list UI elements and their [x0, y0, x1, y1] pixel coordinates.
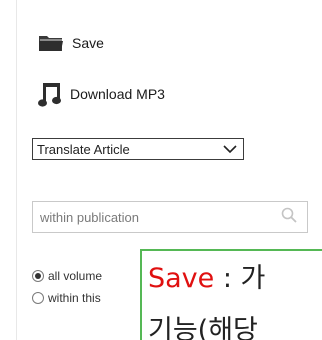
- save-label: Save: [72, 35, 104, 51]
- translate-article-select[interactable]: Translate Article: [32, 138, 244, 160]
- chevron-down-icon: [223, 144, 237, 154]
- search-input[interactable]: [40, 209, 260, 225]
- music-note-icon: [38, 80, 62, 108]
- scope-option-label: within this: [48, 291, 101, 305]
- tooltip-line-1: Save : 가: [148, 263, 265, 295]
- search-icon[interactable]: [281, 207, 297, 228]
- help-tooltip: Save : 가 기능(해당: [140, 249, 322, 340]
- translate-select-value: Translate Article: [37, 141, 130, 157]
- radio-button[interactable]: [32, 292, 44, 304]
- scope-option-within-this[interactable]: within this: [32, 291, 101, 305]
- tooltip-separator: :: [214, 263, 241, 294]
- tooltip-line-2: 기능(해당: [148, 315, 258, 340]
- download-mp3-button[interactable]: Download MP3: [38, 78, 165, 110]
- search-within-publication: [32, 201, 308, 233]
- folder-icon: [38, 33, 64, 53]
- download-mp3-label: Download MP3: [70, 86, 165, 102]
- tooltip-text-1: 가: [240, 263, 266, 294]
- tooltip-keyword: Save: [148, 263, 215, 294]
- save-button[interactable]: Save: [38, 29, 104, 57]
- scope-option-label: all volume: [48, 269, 103, 283]
- radio-button-checked[interactable]: [32, 270, 44, 282]
- scope-option-all-volumes[interactable]: all volume: [32, 269, 102, 283]
